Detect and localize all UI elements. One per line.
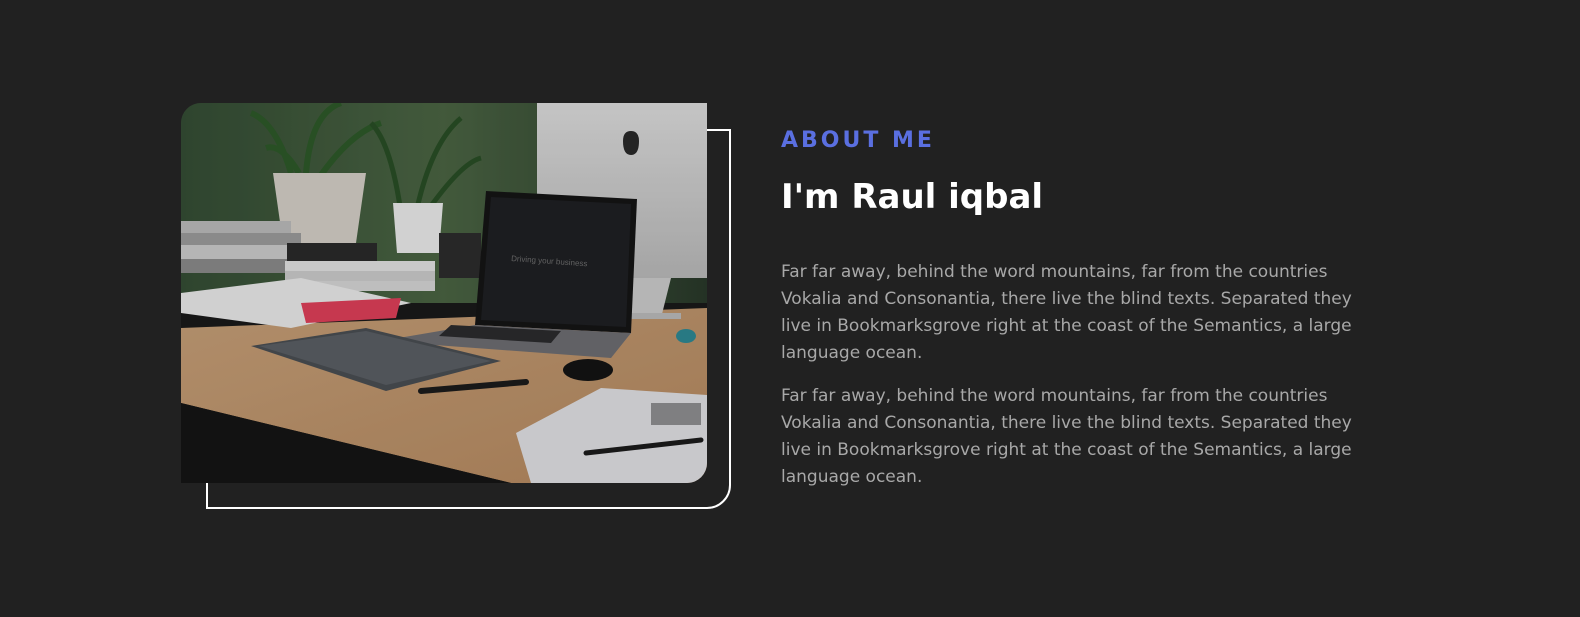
section-title: I'm Raul iqbal bbox=[781, 177, 1044, 217]
about-paragraph: Far far away, behind the word mountains,… bbox=[781, 386, 1352, 487]
about-content: ABOUT ME I'm Raul iqbal Far far away, be… bbox=[781, 125, 1381, 491]
about-paragraph: Far far away, behind the word mountains,… bbox=[781, 262, 1352, 363]
about-section: Driving your business ABOUT ME I'm Raul … bbox=[0, 0, 1580, 617]
workspace-photo: Driving your business bbox=[181, 103, 707, 483]
section-eyebrow: ABOUT ME bbox=[781, 128, 935, 153]
